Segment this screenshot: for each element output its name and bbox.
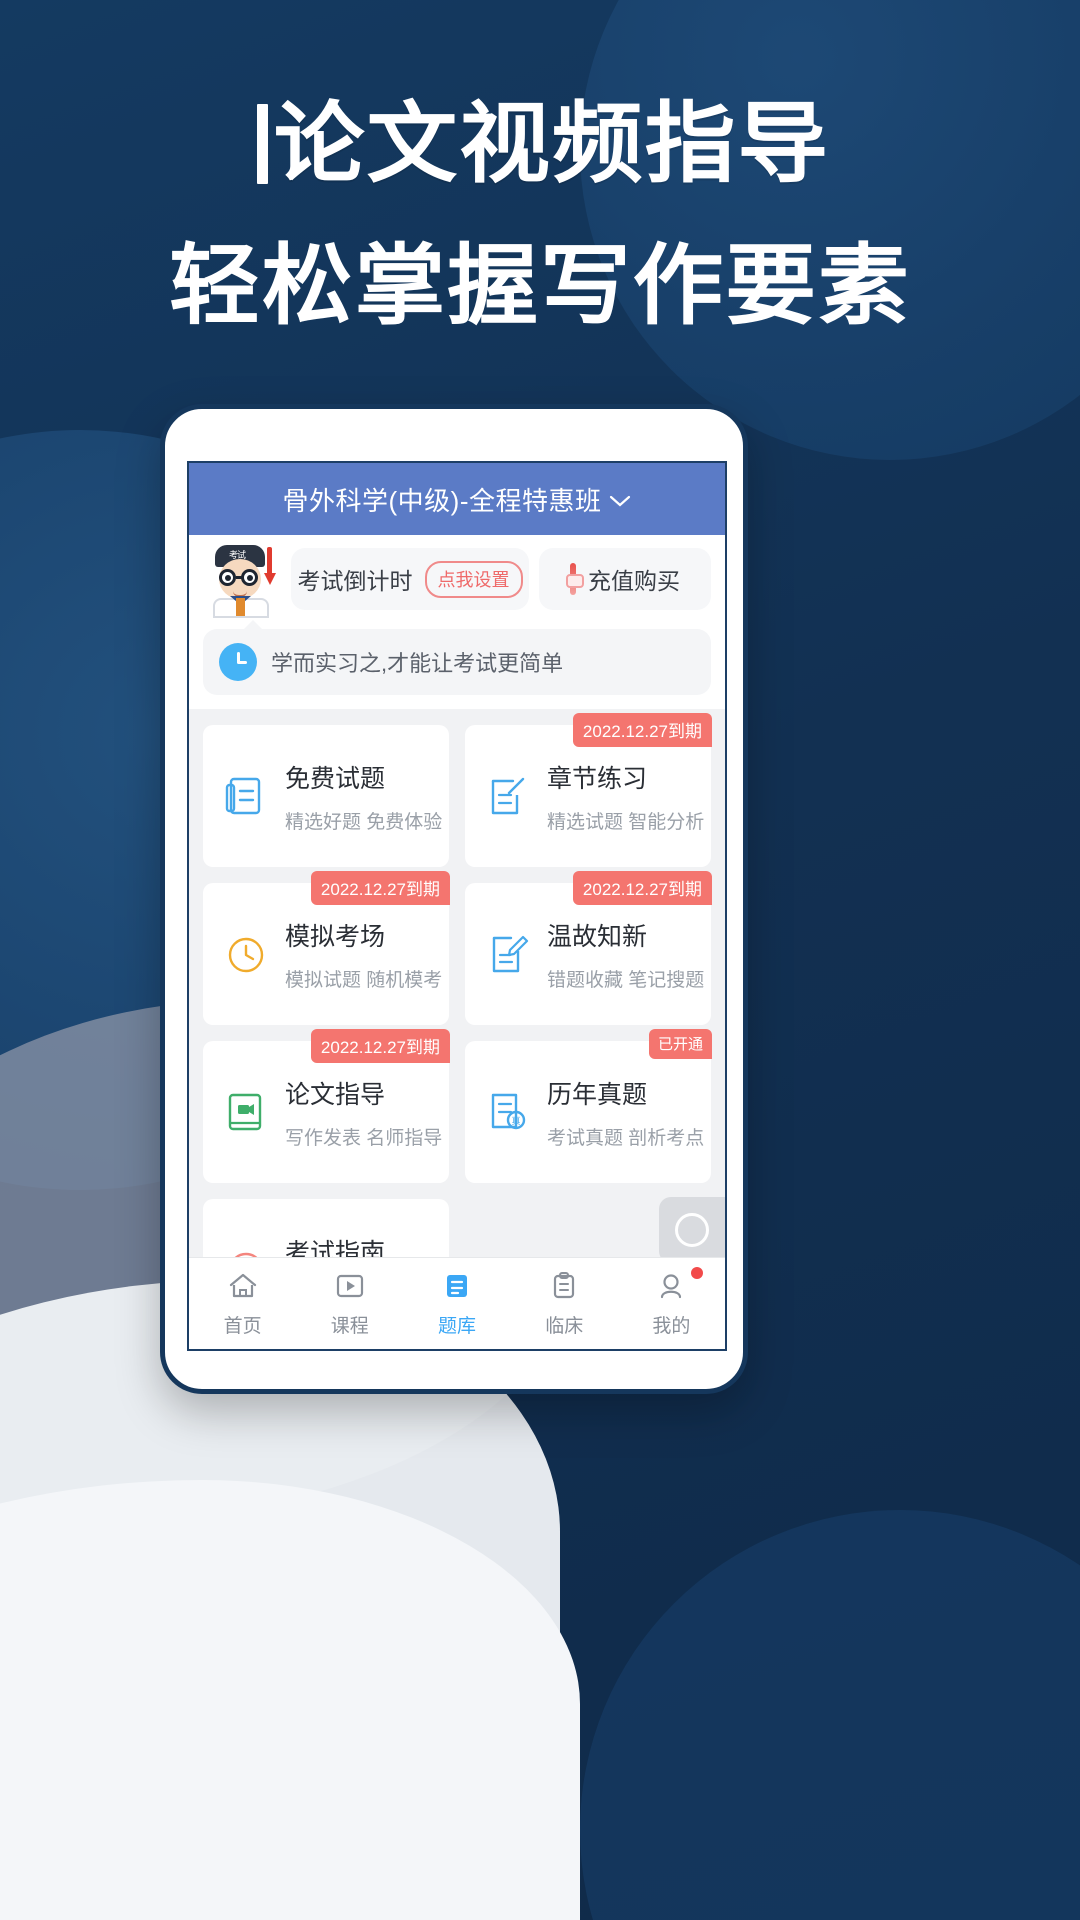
tab-label: 我的: [652, 1316, 691, 1337]
feature-card-review[interactable]: 2022.12.27到期 温故知新 错题收藏 笔记搜题: [465, 871, 712, 1025]
card-expiry-badge: 2022.12.27到期: [572, 871, 712, 905]
recharge-icon: [566, 563, 584, 595]
clock-outline-icon: [221, 929, 271, 979]
card-title: 温故知新: [547, 922, 648, 951]
recharge-label: 充值购买: [588, 568, 680, 594]
app-screen: 骨外科学(中级)-全程特惠班 考试 考试倒计时 点我设置 充值购买 学而实习之,…: [187, 461, 727, 1351]
card-title: 历年真题: [547, 1080, 648, 1109]
card-title: 免费试题: [285, 764, 386, 793]
feature-card-past-papers[interactable]: 已开通 真 历年真题 考试真题 剖析考点: [465, 1029, 712, 1183]
app-header[interactable]: 骨外科学(中级)-全程特惠班: [189, 463, 725, 535]
headline-line-1: 论文视频指导: [0, 96, 1080, 191]
bottom-tab-bar: 首页 课程 题库 临床 我的: [189, 1257, 725, 1349]
card-expiry-badge: 2022.12.27到期: [310, 1029, 450, 1063]
tab-label: 题库: [438, 1316, 477, 1337]
edit-note-icon: [483, 771, 533, 821]
tab-question-bank[interactable]: 题库: [403, 1269, 510, 1338]
card-subtitle: 模拟试题 随机模考: [285, 969, 443, 991]
tip-text: 学而实习之,才能让考试更简单: [271, 651, 564, 676]
countdown-set-badge[interactable]: 点我设置: [424, 560, 523, 598]
recharge-button[interactable]: 充值购买: [539, 548, 711, 610]
tab-mine[interactable]: 我的: [618, 1267, 725, 1338]
headline-text-1: 论文视频指导: [274, 92, 831, 195]
compass-icon: [221, 1245, 271, 1257]
home-icon: [226, 1269, 260, 1303]
tip-wrapper: 学而实习之,才能让考试更简单: [189, 620, 725, 709]
feature-card-thesis-guidance[interactable]: 2022.12.27到期 论文指导 写作发表 名师指导: [203, 1029, 450, 1183]
countdown-row: 考试 考试倒计时 点我设置 充值购买: [189, 535, 725, 625]
card-expiry-badge: 2022.12.27到期: [572, 713, 712, 747]
play-box-icon: [333, 1269, 367, 1303]
feature-card-chapter-practice[interactable]: 2022.12.27到期 章节练习 精选试题 智能分析: [465, 713, 712, 867]
document-list-icon: [221, 771, 271, 821]
card-expiry-badge: 2022.12.27到期: [310, 871, 450, 905]
chevron-down-icon[interactable]: [609, 494, 631, 508]
tab-home[interactable]: 首页: [189, 1269, 296, 1338]
paper-stamp-icon: 真: [483, 1087, 533, 1137]
card-status-badge: 已开通: [648, 1029, 712, 1059]
tab-label: 首页: [223, 1316, 262, 1337]
clock-icon: [219, 643, 257, 681]
headline-accent-bar: [257, 103, 269, 184]
countdown-label: 考试倒计时: [297, 568, 413, 594]
card-title: 论文指导: [285, 1080, 386, 1109]
graduate-avatar-icon: 考试: [203, 543, 281, 618]
feature-grid: 免费试题 精选好题 免费体验 2022.12.27到期 章节练习 精选试题 智能…: [203, 713, 712, 1257]
card-title: 章节练习: [547, 764, 648, 793]
card-title: 考试指南: [285, 1238, 386, 1258]
feature-grid-area: 免费试题 精选好题 免费体验 2022.12.27到期 章节练习 精选试题 智能…: [189, 709, 725, 1257]
tab-label: 课程: [330, 1316, 369, 1337]
headline-text-2: 轻松掌握写作要素: [169, 234, 911, 338]
feature-card-exam-guide[interactable]: 考试指南 考试大纲 应试技巧: [203, 1199, 449, 1257]
countdown-button[interactable]: 考试倒计时 点我设置: [291, 548, 529, 610]
card-subtitle: 精选试题 智能分析: [547, 811, 705, 833]
phone-mockup: 骨外科学(中级)-全程特惠班 考试 考试倒计时 点我设置 充值购买 学而实习之,…: [160, 404, 748, 1394]
user-icon: [654, 1269, 688, 1303]
clipboard-icon: [547, 1269, 581, 1303]
tab-label: 临床: [545, 1316, 584, 1337]
course-title: 骨外科学(中级)-全程特惠班: [282, 485, 602, 516]
tip-bar[interactable]: 学而实习之,才能让考试更简单: [203, 620, 711, 695]
tab-courses[interactable]: 课程: [296, 1269, 403, 1338]
card-subtitle: 精选好题 免费体验: [285, 811, 443, 833]
circle-icon: [675, 1213, 709, 1247]
video-book-icon: [221, 1087, 271, 1137]
svg-text:真: 真: [511, 1115, 520, 1127]
card-title: 模拟考场: [285, 922, 386, 951]
card-subtitle: 写作发表 名师指导: [285, 1127, 443, 1149]
tab-clinical[interactable]: 临床: [511, 1269, 618, 1338]
feature-card-mock-exam[interactable]: 2022.12.27到期 模拟考场 模拟试题 随机模考: [203, 871, 450, 1025]
poster-headline: 论文视频指导 轻松掌握写作要素: [0, 96, 1080, 342]
floating-action-button[interactable]: [659, 1197, 725, 1257]
feature-card-free-questions[interactable]: 免费试题 精选好题 免费体验: [203, 725, 449, 867]
question-bank-icon: [440, 1269, 474, 1303]
notification-dot: [691, 1267, 704, 1279]
card-subtitle: 错题收藏 笔记搜题: [547, 969, 705, 991]
card-subtitle: 考试真题 剖析考点: [547, 1127, 705, 1149]
note-pencil-icon: [483, 929, 533, 979]
